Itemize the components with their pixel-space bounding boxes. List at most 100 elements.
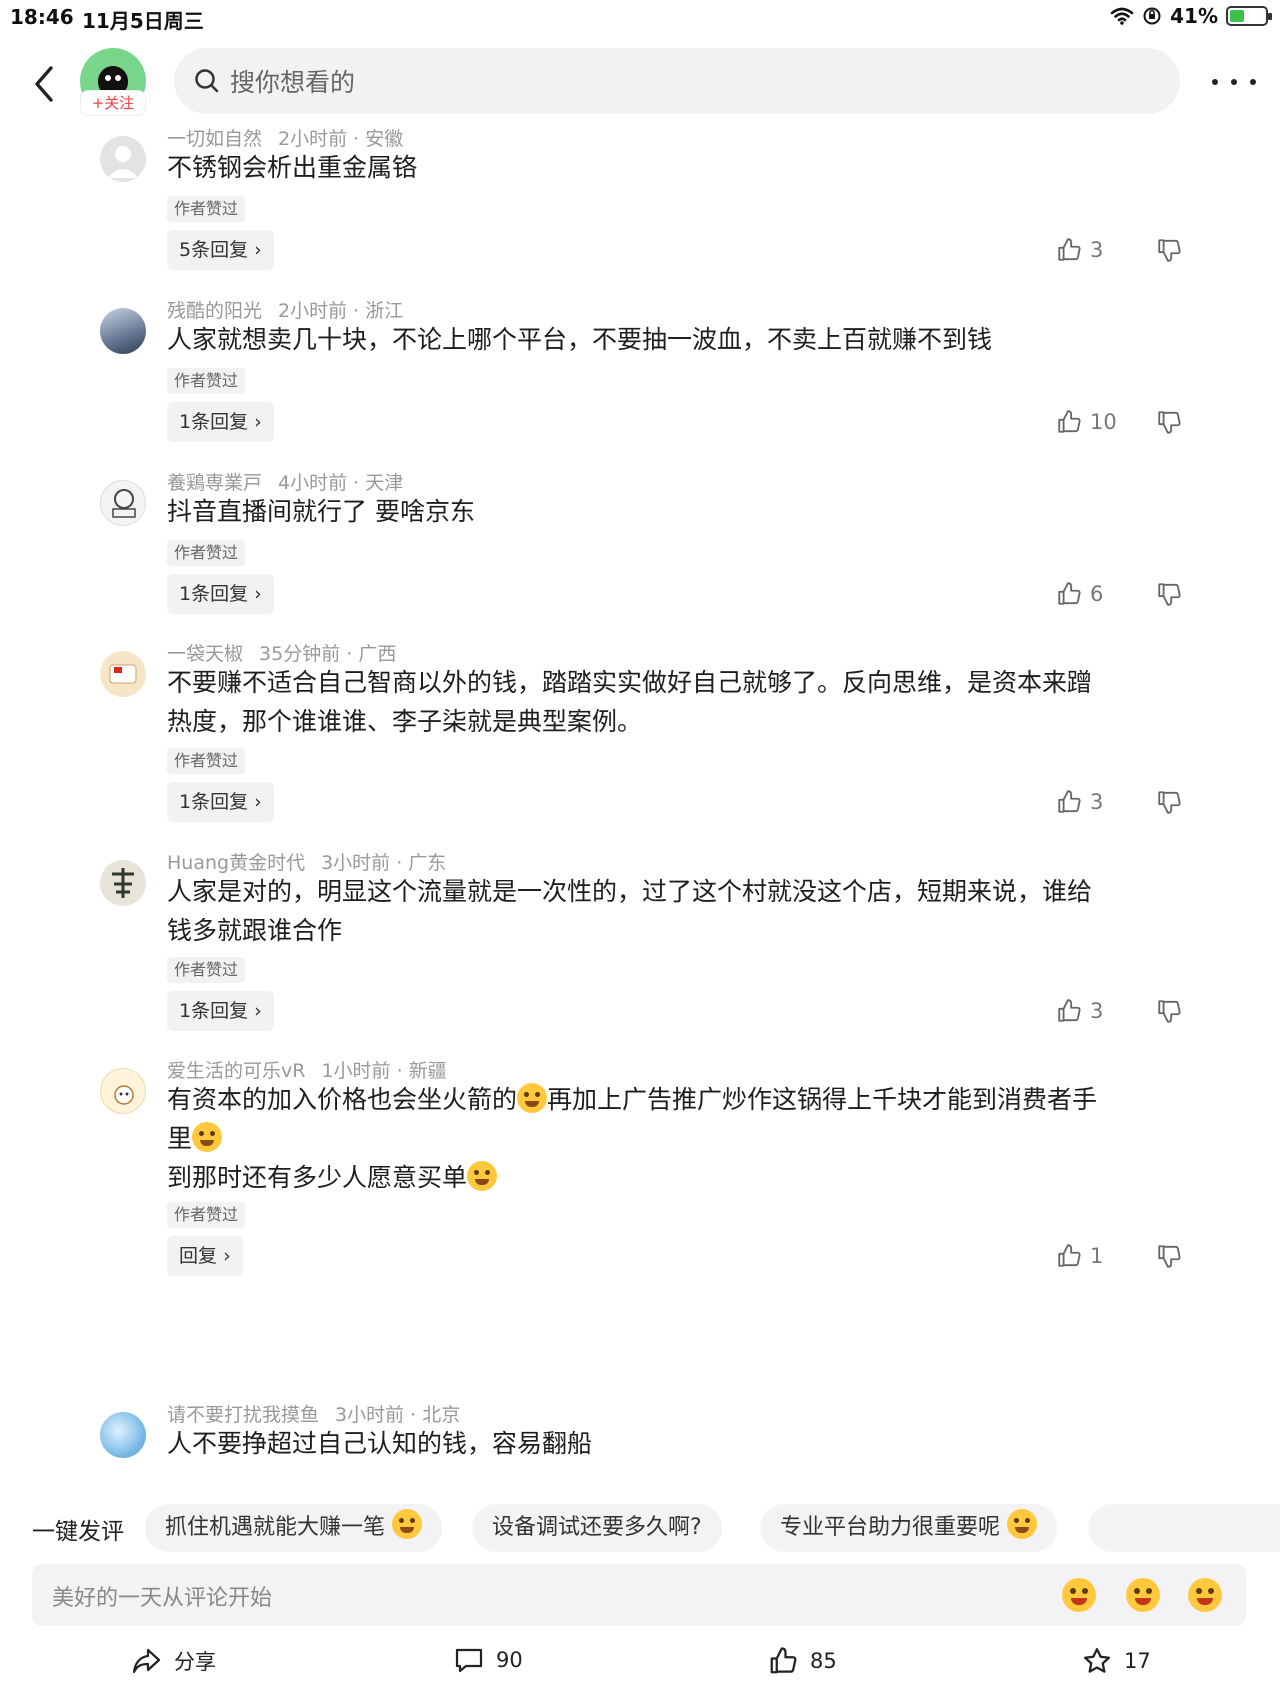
status-indicators: 41% ⚡: [1110, 4, 1272, 28]
search-input[interactable]: 搜你想看的: [174, 48, 1180, 114]
comment-time: 3小时前: [321, 852, 391, 874]
comment-location: 天津: [365, 472, 404, 494]
like-button[interactable]: 10: [1056, 402, 1117, 442]
comment-username[interactable]: 爱生活的可乐vR: [167, 1060, 305, 1082]
comment-input[interactable]: 美好的一天从评论开始: [32, 1564, 1246, 1626]
user-avatar[interactable]: [100, 1068, 146, 1114]
author-liked-tag: 作者赞过: [167, 748, 246, 774]
dislike-button[interactable]: [1156, 1236, 1182, 1276]
more-dot: [1231, 79, 1237, 85]
quick-comment-chip[interactable]: 专业平台助力很重要呢: [760, 1504, 1058, 1552]
quick-comment-chip[interactable]: 设备调试还要多久啊?: [472, 1504, 722, 1552]
quick-comment-chip-overflow[interactable]: [1088, 1504, 1280, 1552]
favorites-count: 17: [1124, 1649, 1151, 1673]
comment-text: 人家是对的，明显这个流量就是一次性的，过了这个村就没这个店，短期来说，谁给 钱多…: [167, 872, 1187, 950]
like-post-button[interactable]: 85: [768, 1646, 837, 1676]
user-avatar[interactable]: [100, 308, 146, 354]
like-count: 3: [1090, 790, 1104, 814]
emoji-grin-icon[interactable]: [1188, 1578, 1222, 1612]
like-button[interactable]: 6: [1056, 574, 1103, 614]
comment-location: 新疆: [408, 1060, 447, 1082]
emoji-heart-eyes-icon[interactable]: [1062, 1578, 1096, 1612]
back-button[interactable]: [24, 54, 64, 114]
comment-username[interactable]: 一切如自然: [167, 128, 262, 150]
comment-text-part: 里: [167, 1124, 193, 1153]
chevron-right-icon: ›: [223, 1245, 231, 1267]
cartoon-avatar-icon: [114, 1085, 134, 1105]
dislike-button[interactable]: [1156, 991, 1182, 1031]
comment-text: 人家就想卖几十块，不论上哪个平台，不要抽一波血，不卖上百就赚不到钱: [167, 320, 1187, 359]
author-liked-tag: 作者赞过: [167, 1202, 246, 1228]
comment-username[interactable]: 残酷的阳光: [167, 300, 262, 322]
comment-username[interactable]: 養鶏専業戸: [167, 472, 262, 494]
favorite-button[interactable]: 17: [1082, 1646, 1151, 1676]
like-count: 1: [1090, 1244, 1104, 1268]
default-avatar-icon: [108, 146, 138, 178]
like-button[interactable]: 3: [1056, 782, 1103, 822]
view-replies-button[interactable]: 1条回复 ›: [167, 782, 274, 822]
comment-text: 抖音直播间就行了 要啥京东: [167, 492, 1187, 531]
comment-username[interactable]: 请不要打扰我摸鱼: [167, 1404, 319, 1426]
follow-button[interactable]: +关注: [80, 90, 146, 116]
thumb-down-icon: [1158, 411, 1181, 434]
clap-emoji-icon: [1007, 1509, 1038, 1539]
reply-button[interactable]: 回复 ›: [167, 1236, 243, 1276]
comment-meta: 一切如自然 2小时前 · 安徽: [167, 128, 404, 150]
comment-line: 人家是对的，明显这个流量就是一次性的，过了这个村就没这个店，短期来说，谁给: [167, 877, 1093, 906]
star-icon: [1084, 1648, 1110, 1673]
share-button[interactable]: 分享: [132, 1646, 216, 1676]
like-count: 10: [1090, 410, 1117, 434]
comment-text-part: 再加上广告推广炒作这锅得上千块才能到消费者手: [547, 1085, 1098, 1114]
thumb-up-icon: [1058, 410, 1081, 433]
comments-button[interactable]: 90: [454, 1646, 523, 1674]
user-avatar[interactable]: [100, 480, 146, 526]
quick-comment-chip[interactable]: 抓住机遇就能大赚一笔: [145, 1504, 443, 1552]
comment-line: 抖音直播间就行了 要啥京东: [167, 497, 475, 526]
comment-time: 3小时前: [335, 1404, 405, 1426]
comment-location: 北京: [422, 1404, 461, 1426]
comment-line: 到那时还有多少人愿意买单: [167, 1158, 1187, 1197]
view-replies-button[interactable]: 1条回复 ›: [167, 991, 274, 1031]
comment-line: 不要赚不适合自己智商以外的钱，踏踏实实做好自己就够了。反向思维，是资本来蹭: [167, 668, 1093, 697]
dislike-button[interactable]: [1156, 574, 1182, 614]
likes-count: 85: [810, 1649, 837, 1673]
view-replies-button[interactable]: 1条回复 ›: [167, 574, 274, 614]
dislike-button[interactable]: [1156, 402, 1182, 442]
wifi-icon: [1110, 7, 1134, 25]
view-replies-button[interactable]: 1条回复 ›: [167, 402, 274, 442]
user-avatar[interactable]: [100, 651, 146, 697]
more-button[interactable]: [1212, 62, 1256, 102]
chip-label: 抓住机遇就能大赚一笔: [165, 1515, 386, 1540]
reply-label: 回复: [179, 1245, 218, 1267]
share-label: 分享: [174, 1650, 216, 1674]
user-avatar[interactable]: [100, 1412, 146, 1458]
dislike-button[interactable]: [1156, 782, 1182, 822]
reply-label: 1条回复: [179, 411, 249, 433]
quick-comment-label: 一键发评: [32, 1519, 124, 1545]
charging-icon: ⚡: [1242, 5, 1255, 26]
thumb-down-icon: [1158, 1245, 1181, 1268]
comment-username[interactable]: Huang黄金时代: [167, 852, 305, 874]
user-avatar[interactable]: [100, 136, 146, 182]
comment-time: 35分钟前: [259, 643, 341, 665]
like-button[interactable]: 3: [1056, 230, 1103, 270]
sleepy-emoji-icon: [467, 1161, 498, 1191]
like-button[interactable]: 3: [1056, 991, 1103, 1031]
view-replies-button[interactable]: 5条回复 ›: [167, 230, 274, 270]
like-button[interactable]: 1: [1056, 1236, 1103, 1276]
chip-label: 设备调试还要多久啊?: [492, 1515, 702, 1540]
comment-list[interactable]: 一切如自然 2小时前 · 安徽 不锈钢会析出重金属铬 作者赞过 5条回复 › 3 …: [0, 124, 1280, 1500]
user-avatar[interactable]: [100, 860, 146, 906]
quick-comment-bar: 一键发评 抓住机遇就能大赚一笔 设备调试还要多久啊? 专业平台助力很重要呢: [0, 1504, 1280, 1552]
reply-label: 5条回复: [179, 239, 249, 261]
chevron-right-icon: ›: [254, 583, 262, 605]
more-dot: [1250, 79, 1256, 85]
comment-username[interactable]: 一袋天椒: [167, 643, 243, 665]
comment-line: 热度，那个谁谁谁、李子柒就是典型案例。: [167, 707, 643, 736]
dislike-button[interactable]: [1156, 230, 1182, 270]
top-bar: +关注 搜你想看的: [0, 44, 1280, 124]
reply-label: 1条回复: [179, 583, 249, 605]
search-icon: [195, 69, 219, 93]
emoji-laughing-crying-icon[interactable]: [1126, 1578, 1160, 1612]
comment-location: 广西: [358, 643, 397, 665]
